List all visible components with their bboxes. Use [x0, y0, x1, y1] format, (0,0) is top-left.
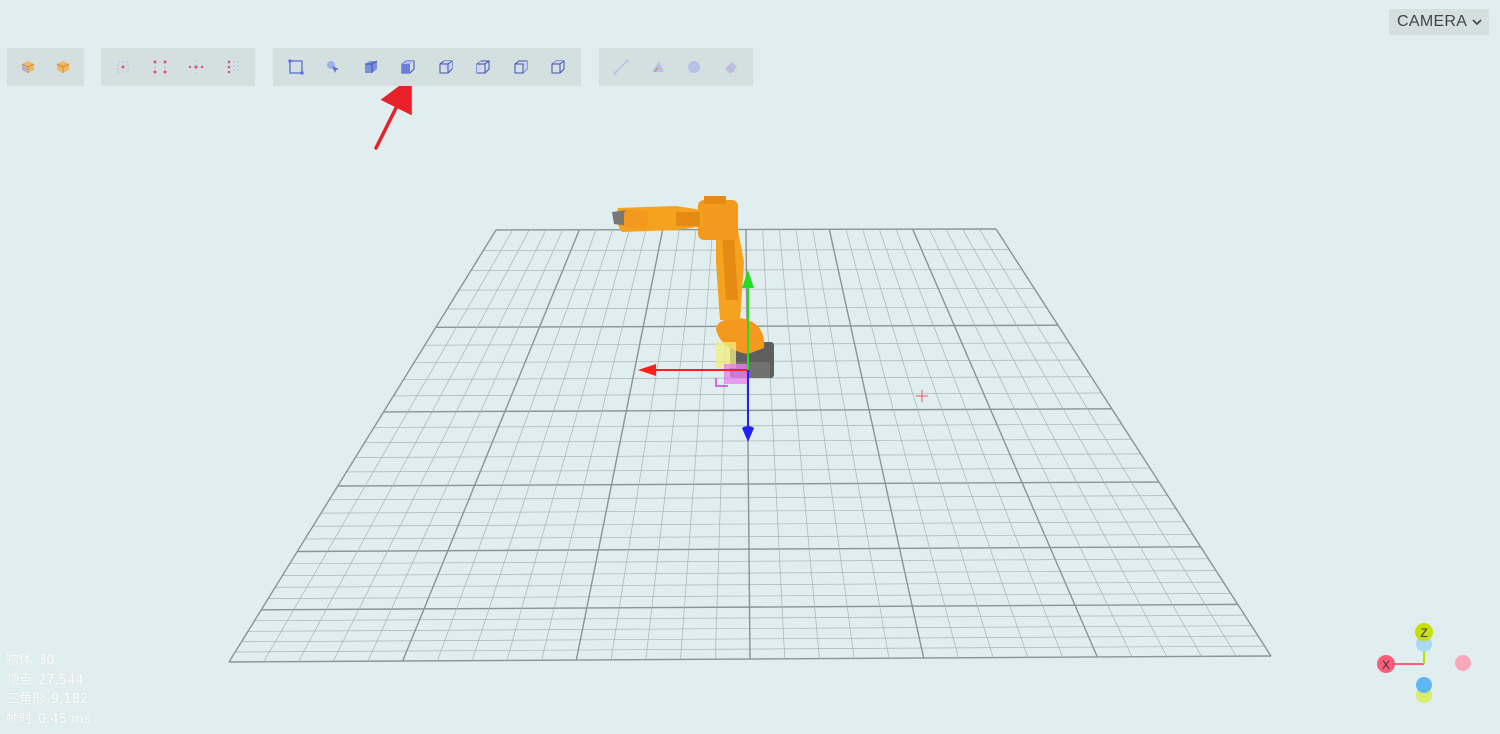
grid-minor-line: [645, 229, 697, 660]
view-left-icon: [476, 60, 490, 74]
view-cube-solid-icon: [364, 60, 378, 73]
grid-major-line: [912, 228, 1098, 658]
grid-major-line: [828, 229, 925, 659]
stats-frame-time-row: 帧时 0.45 ms: [6, 710, 91, 730]
measure-eraser-button[interactable]: [713, 48, 750, 86]
measure-circle-icon: [688, 61, 701, 73]
stats-vertices-value: 27,544: [38, 672, 84, 688]
camera-dropdown[interactable]: CAMERA: [1389, 9, 1489, 35]
point-move-button[interactable]: [178, 48, 215, 86]
view-right-button[interactable]: [502, 48, 540, 86]
axis-orientation-gizmo[interactable]: X Z: [1377, 623, 1471, 703]
point-center-button[interactable]: [105, 48, 142, 86]
chevron-down-icon: [1472, 19, 1482, 26]
axis-y-icon[interactable]: [1416, 677, 1432, 693]
render-stats-panel: 物体 30 顶点 27,544 三角形 9,182 帧时 0.45 ms: [6, 651, 91, 729]
object-cube-alt-icon: [56, 61, 69, 73]
grid-minor-line: [471, 229, 613, 661]
point-move-icon: [189, 60, 204, 74]
view-top-button[interactable]: [540, 48, 578, 86]
viewport-3d[interactable]: X Z: [0, 0, 1500, 734]
object-cube-alt-button[interactable]: [46, 48, 81, 86]
view-cube-solid-button[interactable]: [352, 48, 390, 86]
toolbar-measure-tools: [599, 48, 753, 86]
point-center-icon: [117, 61, 129, 73]
grid-major-line: [575, 229, 664, 661]
grid-major-line: [402, 229, 580, 662]
view-back-button[interactable]: [427, 48, 465, 86]
view-front-button[interactable]: [390, 48, 428, 86]
object-cube-button[interactable]: [11, 48, 46, 86]
grid-minor-line: [845, 229, 959, 658]
stats-triangles-row: 三角形 9,182: [6, 690, 91, 710]
measure-eraser-icon: [724, 62, 737, 74]
grid-minor-line: [862, 229, 994, 658]
grid-minor-line: [298, 229, 530, 662]
grid-minor-line: [610, 229, 680, 660]
camera-dropdown-label: CAMERA: [1397, 13, 1468, 30]
point-grid-button[interactable]: [215, 48, 252, 86]
grid-minor-line: [263, 229, 513, 662]
view-top-icon: [551, 60, 565, 74]
stats-objects-label: 物体: [6, 653, 33, 668]
grid-minor-line: [979, 228, 1237, 657]
view-left-button[interactable]: [465, 48, 503, 86]
ground-grid: [228, 228, 1272, 663]
point-corners-icon: [153, 60, 167, 74]
grid-minor-line: [962, 228, 1202, 657]
point-grid-icon: [227, 60, 239, 74]
stats-objects-row: 物体 30: [6, 651, 91, 671]
measure-line-button[interactable]: [603, 48, 640, 86]
axis-neg-x-icon[interactable]: [1455, 655, 1471, 671]
select-box-button[interactable]: [277, 48, 315, 86]
stats-frame-time-label: 帧时: [6, 711, 33, 727]
annotation-arrow: [374, 76, 412, 150]
stats-objects-value: 30: [38, 653, 55, 668]
toolbar-object-tools: [7, 48, 84, 86]
selection-box-magenta: [724, 364, 748, 384]
axis-x-label: X: [1382, 658, 1390, 672]
select-box-icon: [288, 59, 304, 75]
axis-z-label: Z: [1420, 626, 1427, 640]
measure-angle-button[interactable]: [640, 48, 677, 86]
grid-minor-line: [506, 229, 630, 661]
gizmo-z-arrow-icon[interactable]: [742, 426, 754, 442]
stats-vertices-row: 顶点 27,544: [6, 671, 91, 691]
view-back-icon: [439, 60, 453, 74]
grid-minor-line: [778, 229, 820, 659]
grid-minor-line: [762, 229, 786, 659]
stats-frame-time-value: 0.45 ms: [38, 711, 91, 727]
object-cube-icon: [22, 61, 35, 73]
select-pointer-button[interactable]: [315, 48, 353, 86]
measure-circle-button[interactable]: [676, 48, 713, 86]
grid-major-line: [228, 229, 497, 663]
stats-triangles-label: 三角形: [6, 692, 46, 707]
crosshair-icon: [916, 390, 928, 402]
grid-minor-line: [541, 229, 647, 661]
stats-triangles-value: 9,182: [51, 692, 89, 707]
gizmo-x-arrow-icon[interactable]: [638, 364, 656, 376]
select-pointer-icon: [327, 61, 340, 73]
grid-minor-line: [680, 229, 714, 660]
grid-minor-line: [367, 229, 563, 662]
toolbar-view-tools: [273, 48, 581, 86]
grid-minor-line: [812, 229, 890, 659]
grid-minor-line: [929, 228, 1133, 657]
stats-vertices-label: 顶点: [6, 672, 33, 688]
toolbar-point-tools: [101, 48, 255, 86]
gizmo-y-arrow-icon[interactable]: [742, 270, 754, 288]
grid-minor-line: [795, 229, 855, 659]
grid-minor-line: [332, 229, 547, 662]
view-right-icon: [514, 60, 528, 74]
grid-minor-line: [437, 229, 597, 661]
measure-angle-icon: [651, 61, 664, 73]
point-corners-button[interactable]: [142, 48, 179, 86]
measure-line-icon: [613, 59, 629, 75]
view-front-icon: [401, 60, 415, 74]
